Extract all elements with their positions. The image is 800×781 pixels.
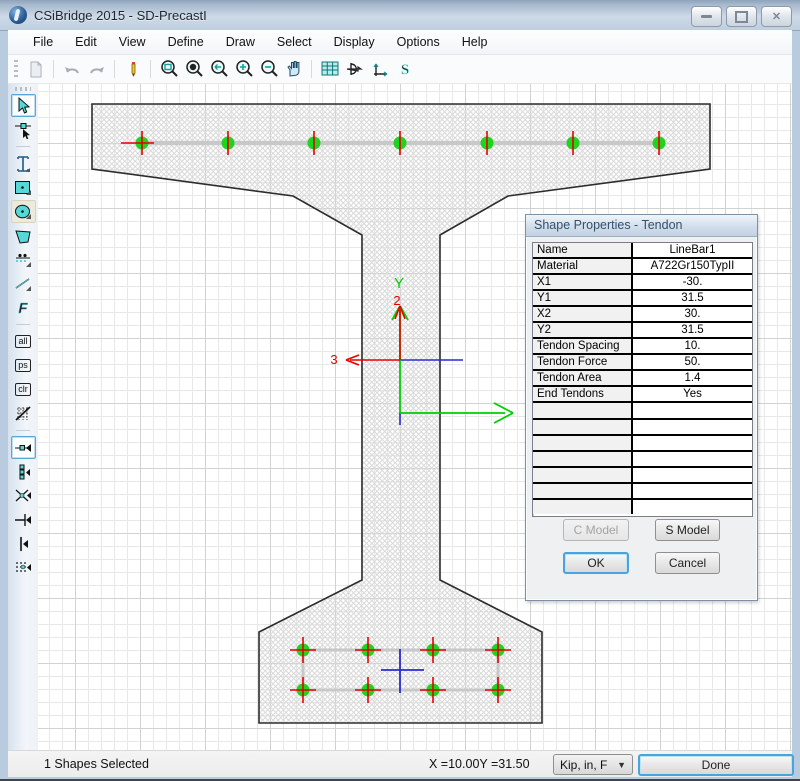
draw-line-tool[interactable] — [11, 272, 36, 295]
table-row-empty — [533, 436, 752, 452]
pan-icon[interactable] — [281, 57, 306, 81]
draw-i-section-tool[interactable] — [11, 152, 36, 175]
edit-pencil-icon[interactable] — [120, 57, 145, 81]
draw-polygon-tool[interactable] — [11, 224, 36, 247]
zoom-full-icon[interactable] — [181, 57, 206, 81]
zoom-out-icon[interactable] — [256, 57, 281, 81]
draw-solid-circle-tool[interactable] — [11, 200, 36, 223]
table-row-empty — [533, 468, 752, 484]
window-title: CSiBridge 2015 - SD-PrecastI — [34, 8, 207, 23]
side-toolbar: F all ps clr — [8, 84, 38, 750]
clear-button[interactable]: clr — [11, 378, 36, 401]
local-axes-icon[interactable] — [367, 57, 392, 81]
title-bar: CSiBridge 2015 - SD-PrecastI ✕ — [0, 0, 800, 31]
axis-label-3: 3 — [330, 352, 337, 367]
table-row: Y231.5 — [533, 323, 752, 339]
table-row-empty — [533, 420, 752, 436]
restore-button[interactable] — [726, 6, 757, 27]
menu-options[interactable]: Options — [386, 32, 451, 52]
table-row: MaterialA722Gr150TypII — [533, 259, 752, 275]
draw-flip-tool[interactable]: F — [11, 296, 36, 319]
ok-button[interactable]: OK — [563, 552, 629, 574]
units-dropdown[interactable]: Kip, in, F ▼ — [553, 754, 633, 775]
draw-solid-rect-tool[interactable] — [11, 176, 36, 199]
chevron-down-icon: ▼ — [617, 760, 626, 770]
app-icon — [9, 6, 27, 24]
select-pointer-tool[interactable] — [11, 94, 36, 117]
snap-point-tool[interactable] — [11, 436, 36, 459]
menu-draw[interactable]: Draw — [215, 32, 266, 52]
snap-edge-tool[interactable] — [11, 532, 36, 555]
menu-define[interactable]: Define — [157, 32, 215, 52]
new-file-icon[interactable] — [23, 57, 48, 81]
menu-view[interactable]: View — [108, 32, 157, 52]
show-all-button[interactable]: all — [11, 330, 36, 353]
dialog-title[interactable]: Shape Properties - Tendon — [526, 215, 757, 237]
menu-display[interactable]: Display — [323, 32, 386, 52]
show-tables-icon[interactable] — [317, 57, 342, 81]
zoom-in-icon[interactable] — [231, 57, 256, 81]
table-row-empty — [533, 403, 752, 419]
snap-grid-tool[interactable] — [11, 556, 36, 579]
main-toolbar: S — [8, 55, 792, 84]
table-row: Tendon Area1.4 — [533, 371, 752, 387]
menu-select[interactable]: Select — [266, 32, 323, 52]
table-row: Y131.5 — [533, 291, 752, 307]
snap-midpoint-tool[interactable] — [11, 460, 36, 483]
table-row-empty — [533, 452, 752, 468]
stress-display-icon[interactable]: S — [392, 57, 417, 81]
reshape-tool[interactable] — [11, 118, 36, 141]
draw-rebar-line-tool[interactable] — [11, 248, 36, 271]
side-toolbar-grip[interactable] — [15, 87, 31, 91]
snap-intersection-tool[interactable] — [11, 484, 36, 507]
c-model-button: C Model — [563, 519, 629, 541]
axis-label-2: 2 — [393, 293, 400, 308]
section-view-icon[interactable] — [342, 57, 367, 81]
snap-perpendicular-tool[interactable] — [11, 508, 36, 531]
table-row: NameLineBar1 — [533, 243, 752, 259]
toolbar-grip[interactable] — [14, 60, 18, 78]
svg-text:F: F — [18, 300, 28, 317]
svg-text:S: S — [400, 62, 408, 78]
toggle-hatch-icon[interactable] — [11, 402, 36, 425]
table-row: X1-30. — [533, 275, 752, 291]
show-ps-button[interactable]: ps — [11, 354, 36, 377]
s-model-button[interactable]: S Model — [655, 519, 720, 541]
redo-icon[interactable] — [84, 57, 109, 81]
drawing-canvas[interactable]: Y 2 3 Shape Properties - Tendon NameLine… — [38, 84, 792, 750]
zoom-window-icon[interactable] — [156, 57, 181, 81]
table-row-empty — [533, 484, 752, 500]
shape-properties-dialog: Shape Properties - Tendon NameLineBar1 M… — [525, 214, 758, 601]
table-row: Tendon Force50. — [533, 355, 752, 371]
selection-status: 1 Shapes Selected — [44, 757, 149, 771]
zoom-previous-icon[interactable] — [206, 57, 231, 81]
status-bar: 1 Shapes Selected X =10.00Y =31.50 Kip, … — [8, 750, 792, 778]
menu-file[interactable]: File — [22, 32, 64, 52]
menu-help[interactable]: Help — [451, 32, 499, 52]
minimize-button[interactable] — [691, 6, 722, 27]
window-frame-bottom — [0, 777, 800, 781]
done-button[interactable]: Done — [638, 754, 794, 776]
menu-bar: File Edit View Define Draw Select Displa… — [8, 30, 792, 55]
table-row-empty — [533, 500, 752, 514]
close-button[interactable]: ✕ — [761, 6, 792, 27]
app-window: CSiBridge 2015 - SD-PrecastI ✕ File Edit… — [0, 0, 800, 781]
cursor-coordinates: X =10.00Y =31.50 — [429, 757, 530, 771]
properties-table: NameLineBar1 MaterialA722Gr150TypII X1-3… — [532, 242, 753, 517]
cancel-button[interactable]: Cancel — [655, 552, 720, 574]
axis-label-y: Y — [394, 275, 404, 292]
undo-icon[interactable] — [59, 57, 84, 81]
table-row: X230. — [533, 307, 752, 323]
table-row: End TendonsYes — [533, 387, 752, 403]
menu-edit[interactable]: Edit — [64, 32, 108, 52]
table-row: Tendon Spacing10. — [533, 339, 752, 355]
